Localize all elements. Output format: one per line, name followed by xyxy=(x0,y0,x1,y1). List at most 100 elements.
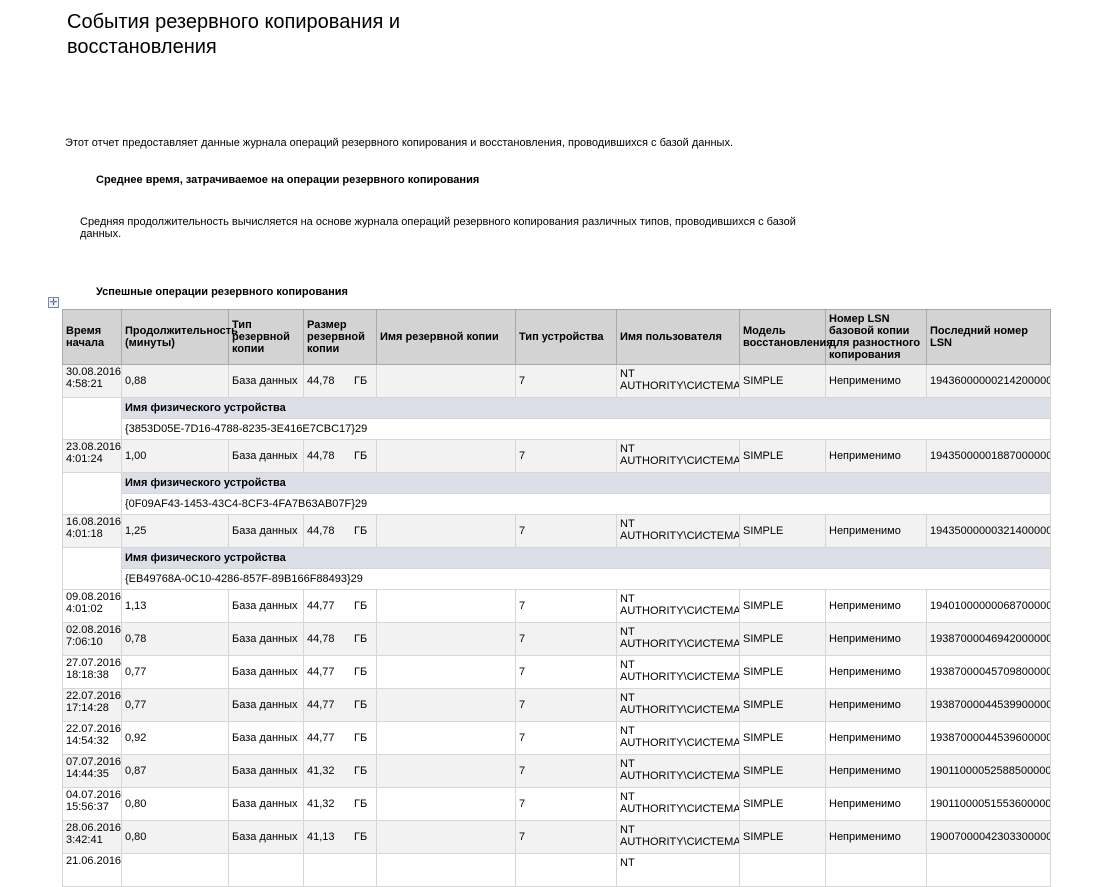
column-header-7[interactable]: Модель восстановления xyxy=(739,309,833,365)
start-time-cell: 07.07.2016 14:44:35 xyxy=(62,754,122,788)
last-lsn-cell: 194350000003214000001 xyxy=(926,514,1051,548)
start-time-cell: 09.08.2016 4:01:02 xyxy=(62,589,122,623)
backup-name-cell xyxy=(376,622,516,656)
base-lsn-cell: Неприменимо xyxy=(825,589,927,623)
backup-type-cell: База данных xyxy=(228,721,304,755)
user-name-cell: NT AUTHORITY\СИСТЕМА xyxy=(616,589,740,623)
last-lsn-cell xyxy=(926,853,1051,887)
backup-size-value: 44,78 xyxy=(307,450,335,462)
backup-name-cell xyxy=(376,787,516,821)
table-body: 30.08.2016 4:58:21 0,88 База данных 44,78 ГБ 7… xyxy=(62,364,1051,887)
backup-size-cell: 44,78 ГБ xyxy=(303,622,377,656)
backup-type-cell: База данных xyxy=(228,514,304,548)
column-header-1[interactable]: Продолжительность (минуты) xyxy=(121,309,238,365)
column-header-5[interactable]: Тип устройства xyxy=(515,309,617,365)
device-type-cell: 7 xyxy=(515,688,617,722)
base-lsn-cell: Неприменимо xyxy=(825,622,927,656)
backup-operations-table: Время начала Продолжительность (минуты) Ти… xyxy=(62,309,1051,887)
table-move-handle-icon[interactable]: ✛ xyxy=(48,297,59,308)
recovery-model-cell: SIMPLE xyxy=(739,589,826,623)
table-row: 27.07.2016 18:18:38 0,77 База данных 44,77 ГБ… xyxy=(62,655,1051,689)
duration-cell: 1,00 xyxy=(121,439,229,473)
column-header-8[interactable]: Номер LSN базовой копии для разностного … xyxy=(825,309,927,365)
device-type-cell: 7 xyxy=(515,754,617,788)
device-value-row: {3853D05E-7D16-4788-8235-3E416E7CBC17}29 xyxy=(63,418,1051,440)
backup-type-cell: База данных xyxy=(228,688,304,722)
start-time-cell: 16.08.2016 4:01:18 xyxy=(62,514,122,548)
base-lsn-cell: Неприменимо xyxy=(825,364,927,398)
table-header-row: Время начала Продолжительность (минуты) Ти… xyxy=(62,309,1051,365)
user-name-cell: NT AUTHORITY\СИСТЕМА xyxy=(616,364,740,398)
recovery-model-cell: SIMPLE xyxy=(739,820,826,854)
column-header-3[interactable]: Размер резервной копии xyxy=(303,309,377,365)
backup-size-cell: 44,77 ГБ xyxy=(303,688,377,722)
backup-size-unit: ГБ xyxy=(354,525,368,537)
device-type-cell: 7 xyxy=(515,787,617,821)
device-indent-cell xyxy=(62,397,122,440)
start-time-cell: 04.07.2016 15:56:37 xyxy=(62,787,122,821)
report-description: Этот отчет предоставляет данные журнала … xyxy=(65,137,734,149)
section-title-average-time[interactable]: Среднее время, затрачиваемое на операции… xyxy=(96,174,479,186)
last-lsn-cell: 190070000423033000001 xyxy=(926,820,1051,854)
table-row: 16.08.2016 4:01:18 1,25 База данных 44,78 ГБ 7… xyxy=(62,514,1051,548)
device-type-cell: 7 xyxy=(515,820,617,854)
column-header-4[interactable]: Имя резервной копии xyxy=(376,309,516,365)
start-time-cell: 23.08.2016 4:01:24 xyxy=(62,439,122,473)
report-title: События резервного копирования и восстан… xyxy=(67,11,401,58)
table-row: 04.07.2016 15:56:37 0,80 База данных 41,32 ГБ… xyxy=(62,787,1051,821)
table-row: 23.08.2016 4:01:24 1,00 База данных 44,78 ГБ 7… xyxy=(62,439,1051,473)
device-value-row: {EB49768A-0C10-4286-857F-89B166F88493}29 xyxy=(63,568,1051,590)
device-type-cell: 7 xyxy=(515,589,617,623)
section-title-successful-backups[interactable]: Успешные операции резервного копирования xyxy=(96,286,348,298)
start-time-cell: 30.08.2016 4:58:21 xyxy=(62,364,122,398)
column-header-2[interactable]: Тип резервной копии xyxy=(228,309,304,365)
last-lsn-cell: 190110000525885000001 xyxy=(926,754,1051,788)
duration-cell: 0,92 xyxy=(121,721,229,755)
base-lsn-cell: Неприменимо xyxy=(825,514,927,548)
start-time-cell: 27.07.2016 18:18:38 xyxy=(62,655,122,689)
duration-cell xyxy=(121,853,229,887)
duration-cell: 1,13 xyxy=(121,589,229,623)
user-name-cell: NT AUTHORITY\СИСТЕМА xyxy=(616,439,740,473)
backup-size-value: 41,13 xyxy=(307,831,335,843)
device-name-cell: {0F09AF43-1453-43C4-8CF3-4FA7B63AB07F}29 xyxy=(121,493,1051,515)
backup-name-cell xyxy=(376,853,516,887)
user-name-cell: NT AUTHORITY\СИСТЕМА xyxy=(616,514,740,548)
backup-size-value: 41,32 xyxy=(307,765,335,777)
device-header-cell: Имя физического устройства xyxy=(121,397,1051,419)
recovery-model-cell: SIMPLE xyxy=(739,364,826,398)
backup-size-cell: 44,77 ГБ xyxy=(303,589,377,623)
device-type-cell: 7 xyxy=(515,364,617,398)
duration-cell: 1,25 xyxy=(121,514,229,548)
column-header-9[interactable]: Последний номер LSN xyxy=(926,309,1051,365)
backup-size-unit: ГБ xyxy=(354,732,368,744)
device-type-cell: 7 xyxy=(515,655,617,689)
last-lsn-cell: 194360000002142000001 xyxy=(926,364,1051,398)
backup-type-cell: База данных xyxy=(228,364,304,398)
backup-size-cell: 41,13 ГБ xyxy=(303,820,377,854)
recovery-model-cell: SIMPLE xyxy=(739,439,826,473)
start-time-cell: 22.07.2016 17:14:28 xyxy=(62,688,122,722)
device-type-cell: 7 xyxy=(515,721,617,755)
device-value-row: {0F09AF43-1453-43C4-8CF3-4FA7B63AB07F}29 xyxy=(63,493,1051,515)
backup-name-cell xyxy=(376,721,516,755)
backup-name-cell xyxy=(376,688,516,722)
backup-type-cell xyxy=(228,853,304,887)
device-type-cell: 7 xyxy=(515,439,617,473)
recovery-model-cell xyxy=(739,853,826,887)
column-header-0[interactable]: Время начала xyxy=(62,309,122,365)
user-name-cell: NT AUTHORITY\СИСТЕМА xyxy=(616,688,740,722)
backup-name-cell xyxy=(376,514,516,548)
backup-size-cell: 44,78 ГБ xyxy=(303,439,377,473)
backup-name-cell xyxy=(376,439,516,473)
column-header-6[interactable]: Имя пользователя xyxy=(616,309,740,365)
last-lsn-cell: 193870000445396000001 xyxy=(926,721,1051,755)
base-lsn-cell: Неприменимо xyxy=(825,721,927,755)
backup-size-unit: ГБ xyxy=(354,765,368,777)
backup-size-value: 44,77 xyxy=(307,600,335,612)
table-row: 07.07.2016 14:44:35 0,87 База данных 41,32 ГБ… xyxy=(62,754,1051,788)
backup-type-cell: База данных xyxy=(228,439,304,473)
backup-type-cell: База данных xyxy=(228,754,304,788)
device-type-cell xyxy=(515,853,617,887)
device-name-cell: {3853D05E-7D16-4788-8235-3E416E7CBC17}29 xyxy=(121,418,1051,440)
